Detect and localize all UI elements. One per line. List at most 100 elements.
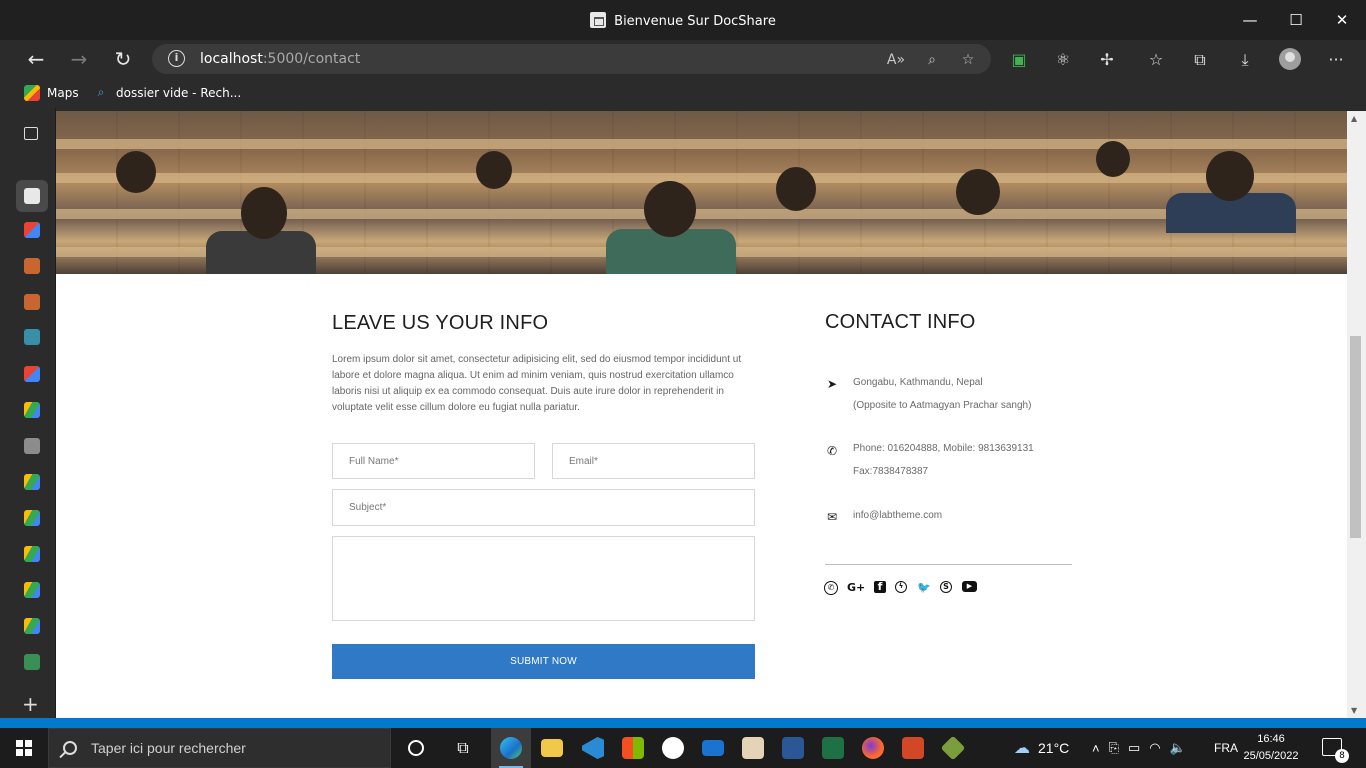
- envelope-icon: ✉: [826, 510, 838, 524]
- tab-meet-icon[interactable]: [24, 654, 40, 670]
- favorite-maps[interactable]: Maps: [24, 85, 79, 101]
- zoom-icon[interactable]: ⌕: [922, 50, 942, 70]
- vertical-tabs-sidebar: +: [0, 108, 56, 718]
- taskbar-app[interactable]: [733, 728, 773, 768]
- new-tab-icon[interactable]: +: [22, 692, 39, 716]
- notification-count: 8: [1335, 749, 1349, 763]
- add-favorite-icon[interactable]: ☆: [958, 50, 978, 70]
- address-url[interactable]: localhost:5000/contact: [200, 51, 360, 67]
- tab-gmail-icon[interactable]: [24, 222, 40, 238]
- fullname-input[interactable]: Full Name*: [332, 443, 535, 479]
- notifications-icon[interactable]: 8: [1322, 738, 1349, 763]
- tab-drive-icon[interactable]: [24, 402, 40, 418]
- subject-input[interactable]: Subject*: [332, 489, 755, 526]
- maps-icon: [24, 85, 40, 101]
- address-bar[interactable]: i localhost:5000/contact A» ⌕ ☆: [152, 44, 991, 74]
- favorite-dossier-vide[interactable]: ⌕ dossier vide - Rech...: [93, 85, 242, 101]
- phone-icon: ✆: [826, 444, 838, 458]
- browser-toolbar: ← → ↻ i localhost:5000/contact A» ⌕ ☆ ▣ …: [0, 40, 1366, 78]
- react-devtools-icon[interactable]: ⚛: [1052, 49, 1074, 71]
- taskbar-word[interactable]: [773, 728, 813, 768]
- email-input[interactable]: Email*: [552, 443, 755, 479]
- extensions-icon[interactable]: ✢: [1096, 49, 1118, 71]
- form-title: LEAVE US YOUR INFO: [332, 312, 549, 334]
- cloud-icon: ☁: [1014, 740, 1030, 757]
- tab-app-icon[interactable]: [24, 294, 40, 310]
- tab-drive-icon[interactable]: [24, 510, 40, 526]
- youtube-icon[interactable]: ▶: [962, 581, 977, 592]
- tab-drive-icon[interactable]: [24, 546, 40, 562]
- skype-icon[interactable]: S: [940, 581, 952, 593]
- tab-actions-icon[interactable]: [24, 127, 38, 140]
- downloads-icon[interactable]: ⤓: [1234, 49, 1256, 71]
- twitter-icon[interactable]: 🐦: [917, 581, 931, 595]
- favorites-icon[interactable]: ☆: [1145, 49, 1167, 71]
- volume-icon[interactable]: 🔈: [1170, 740, 1186, 756]
- contact-email[interactable]: info@labtheme.com: [853, 510, 942, 521]
- fax-line: Fax:7838478387: [853, 466, 929, 477]
- settings-more-icon[interactable]: ···: [1325, 49, 1347, 71]
- site-favicon-icon: [590, 12, 607, 28]
- scrollbar-thumb[interactable]: [1350, 336, 1361, 538]
- taskbar-excel[interactable]: [813, 728, 853, 768]
- tab-drive-icon[interactable]: [24, 618, 40, 634]
- taskbar-firefox[interactable]: [853, 728, 893, 768]
- scroll-up-icon[interactable]: ▲: [1351, 114, 1357, 123]
- tab-drive-icon[interactable]: [24, 582, 40, 598]
- contact-divider: [825, 564, 1072, 565]
- read-aloud-icon[interactable]: A»: [886, 50, 906, 70]
- refresh-button[interactable]: ↻: [106, 42, 140, 76]
- tab-app-icon[interactable]: [24, 258, 40, 274]
- taskbar-store[interactable]: [613, 728, 653, 768]
- form-description: Lorem ipsum dolor sit amet, consectetur …: [332, 354, 742, 413]
- google-plus-icon[interactable]: G+: [847, 581, 865, 595]
- clock[interactable]: 16:46 25/05/2022: [1243, 731, 1299, 765]
- device-icon[interactable]: ⎘: [1109, 740, 1119, 756]
- weather-widget[interactable]: ☁ 21°C: [1014, 728, 1069, 768]
- viber-icon[interactable]: ✆: [824, 581, 838, 595]
- back-button[interactable]: ←: [19, 42, 53, 76]
- taskbar-file-explorer[interactable]: [532, 728, 572, 768]
- tab-drive-icon[interactable]: [24, 474, 40, 490]
- system-tray[interactable]: ˄ ⎘ ▭ ◠ 🔈: [1092, 728, 1186, 768]
- tab-docshare-icon[interactable]: [24, 188, 40, 204]
- message-textarea[interactable]: [332, 536, 755, 621]
- site-info-icon[interactable]: i: [168, 50, 185, 67]
- taskbar-mongodb[interactable]: [653, 728, 693, 768]
- window-title-text: Bienvenue Sur DocShare: [614, 14, 776, 29]
- taskbar-edge[interactable]: [491, 728, 531, 768]
- tab-app-icon[interactable]: [24, 329, 40, 345]
- window-titlebar: Bienvenue Sur DocShare — ☐ ✕: [0, 0, 1366, 40]
- cortana-button[interactable]: [396, 728, 436, 768]
- page-viewport: LEAVE US YOUR INFO Lorem ipsum dolor sit…: [56, 111, 1347, 718]
- taskbar-search[interactable]: Taper ici pour rechercher: [48, 728, 391, 768]
- wifi-icon[interactable]: ◠: [1149, 740, 1160, 756]
- tab-doc-icon[interactable]: [24, 438, 40, 454]
- start-button[interactable]: [0, 728, 48, 768]
- search-icon: ⌕: [97, 85, 105, 99]
- favorites-bar: Maps ⌕ dossier vide - Rech...: [0, 78, 1366, 108]
- taskbar-powerpoint[interactable]: [893, 728, 933, 768]
- minimize-button[interactable]: —: [1227, 0, 1273, 40]
- scroll-down-icon[interactable]: ▼: [1351, 706, 1357, 715]
- profile-avatar[interactable]: [1279, 48, 1301, 70]
- windows-taskbar: Taper ici pour rechercher ⧉ ☁ 21°C ˄ ⎘ ▭…: [0, 728, 1366, 768]
- tab-gmail-icon[interactable]: [24, 366, 40, 382]
- collections-icon[interactable]: ⧉: [1189, 49, 1211, 71]
- language-indicator[interactable]: FRA: [1214, 728, 1238, 768]
- maximize-button[interactable]: ☐: [1273, 0, 1319, 40]
- submit-button[interactable]: SUBMIT NOW: [332, 644, 755, 679]
- battery-icon[interactable]: ▭: [1128, 740, 1140, 756]
- facebook-icon[interactable]: f: [874, 581, 886, 593]
- task-view-button[interactable]: ⧉: [443, 728, 483, 768]
- contact-title: CONTACT INFO: [825, 311, 976, 333]
- forward-button[interactable]: →: [62, 42, 96, 76]
- taskbar-git[interactable]: [933, 728, 973, 768]
- taskbar-vscode[interactable]: [573, 728, 613, 768]
- close-button[interactable]: ✕: [1319, 0, 1365, 40]
- extension-icon[interactable]: ▣: [1008, 49, 1030, 71]
- page-scrollbar[interactable]: ▲ ▼: [1347, 111, 1366, 718]
- chevron-up-icon[interactable]: ˄: [1092, 741, 1100, 756]
- messenger-icon[interactable]: ϟ: [895, 581, 907, 593]
- taskbar-mail[interactable]: [693, 728, 733, 768]
